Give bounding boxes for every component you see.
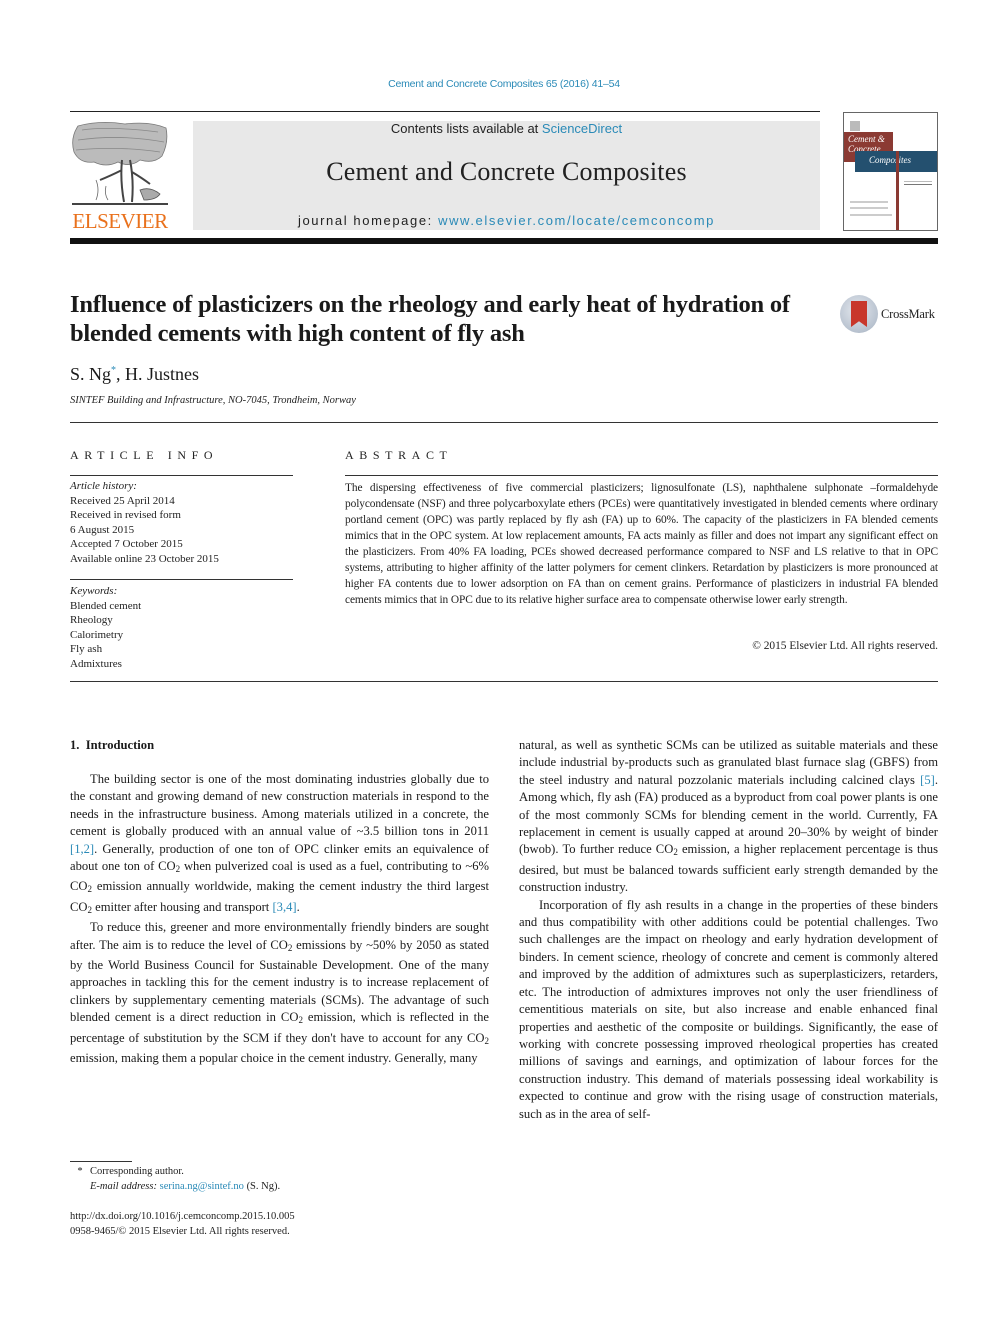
contents-prefix: Contents lists available at [390,121,542,136]
history-item: Received 25 April 2014 [70,494,175,507]
body-right-column: natural, as well as synthetic SCMs can b… [519,737,938,1123]
email-label: E-mail address: [90,1181,160,1192]
homepage-line: journal homepage: www.elsevier.com/locat… [193,213,820,228]
sciencedirect-link[interactable]: ScienceDirect [542,121,622,136]
abstract-text: The dispersing effectiveness of five com… [345,482,938,606]
subscript: 2 [484,1035,490,1046]
history-item: Accepted 7 October 2015 [70,538,183,550]
abstract-copyright: © 2015 Elsevier Ltd. All rights reserved… [752,640,938,652]
body-paragraph: natural, as well as synthetic SCMs can b… [519,737,938,897]
keyword-item: Calorimetry [70,628,124,641]
crossmark-label: CrossMark [881,307,935,321]
cover-footer-line [850,214,892,216]
history-item: Received in revised form [70,509,181,521]
footnote-email: E-mail address: serina.ng@sintef.no (S. … [90,1181,280,1192]
keyword-item: Fly ash [70,643,103,655]
journal-cover-thumbnail[interactable]: Cement & Concrete Composites [843,112,938,231]
author-email-link[interactable]: serina.ng@sintef.no [160,1181,244,1192]
journal-citation-link[interactable]: Cement and Concrete Composites 65 (2016)… [0,78,992,90]
keyword-item: Rheology [70,614,113,626]
keywords-heading: Keywords: [70,585,118,597]
cover-vertical-bar [896,151,899,230]
footnote-corresponding: * Corresponding author. [70,1166,184,1177]
paragraph-text: The building sector is one of the most d… [70,772,489,839]
paragraph-text: emitter after housing and transport [92,899,273,914]
header-bottom-rule [70,238,938,244]
doi-link[interactable]: http://dx.doi.org/10.1016/j.cemconcomp.2… [70,1211,295,1222]
cover-title-line1: Cement & [848,134,885,144]
article-history: Article history: Received 25 April 2014 … [70,479,219,566]
header-top-rule [70,111,820,112]
section-heading-introduction: 1. Introduction [70,738,155,752]
body-left-column: The building sector is one of the most d… [70,771,489,1068]
body-paragraph: Incorporation of fly ash results in a ch… [519,897,938,1121]
elsevier-wordmark: ELSEVIER [72,209,168,233]
cover-side-text [904,181,932,185]
paragraph-text: natural, as well as synthetic SCMs can b… [519,738,938,787]
journal-title: Cement and Concrete Composites [326,157,687,186]
issn-copyright: 0958-9465/© 2015 Elsevier Ltd. All right… [70,1226,290,1237]
cover-editor-lines [850,201,888,209]
contents-line: Contents lists available at ScienceDirec… [193,121,820,136]
author-affiliation: SINTEF Building and Infrastructure, NO-7… [70,395,356,406]
homepage-prefix: journal homepage: [297,213,439,228]
email-suffix: (S. Ng). [243,1181,281,1192]
footnote-rule [70,1161,132,1162]
footnote-text: Corresponding author. [90,1166,184,1177]
citation-ref-link[interactable]: [3,4] [272,900,296,914]
elsevier-tree-icon [72,122,168,205]
keywords-rule [70,579,293,580]
citation-ref-link[interactable]: [5] [920,773,935,787]
body-paragraph: The building sector is one of the most d… [70,771,489,919]
cover-publisher-mark [850,121,860,131]
abstract-bottom-rule [70,681,938,682]
author-name[interactable]: H. Justnes [125,364,199,384]
article-title: Influence of plasticizers on the rheolog… [70,291,790,347]
body-paragraph: To reduce this, greener and more environ… [70,919,489,1067]
crossmark-button[interactable]: CrossMark [840,295,940,335]
author-name[interactable]: S. Ng [70,364,111,384]
citation-ref-link[interactable]: [1,2] [70,842,94,856]
footnote-marker: * [77,1166,83,1177]
article-history-heading: Article history: [70,480,137,492]
abstract-rule [345,475,938,476]
abstract-heading: ABSTRACT [345,448,453,462]
keyword-item: Admixtures [70,657,122,670]
article-info-rule [70,475,293,476]
journal-homepage-link[interactable]: www.elsevier.com/locate/cemconcomp [438,213,715,228]
history-item: Available online 23 October 2015 [70,552,219,565]
article-info-heading: ARTICLE INFO [70,448,219,462]
keywords: Keywords: Blended cement Rheology Calori… [70,584,141,671]
elsevier-logo[interactable]: ELSEVIER [70,120,170,233]
paragraph-text: . [296,899,300,914]
author-separator: , [116,364,126,384]
affiliation-rule [70,422,938,423]
keyword-item: Blended cement [70,599,142,612]
history-item: 6 August 2015 [70,523,135,536]
journal-masthead: Contents lists available at ScienceDirec… [193,121,820,230]
author-list: S. Ng*, H. Justnes [70,364,199,385]
paragraph-text: emission, making them a popular choice i… [70,1051,478,1066]
